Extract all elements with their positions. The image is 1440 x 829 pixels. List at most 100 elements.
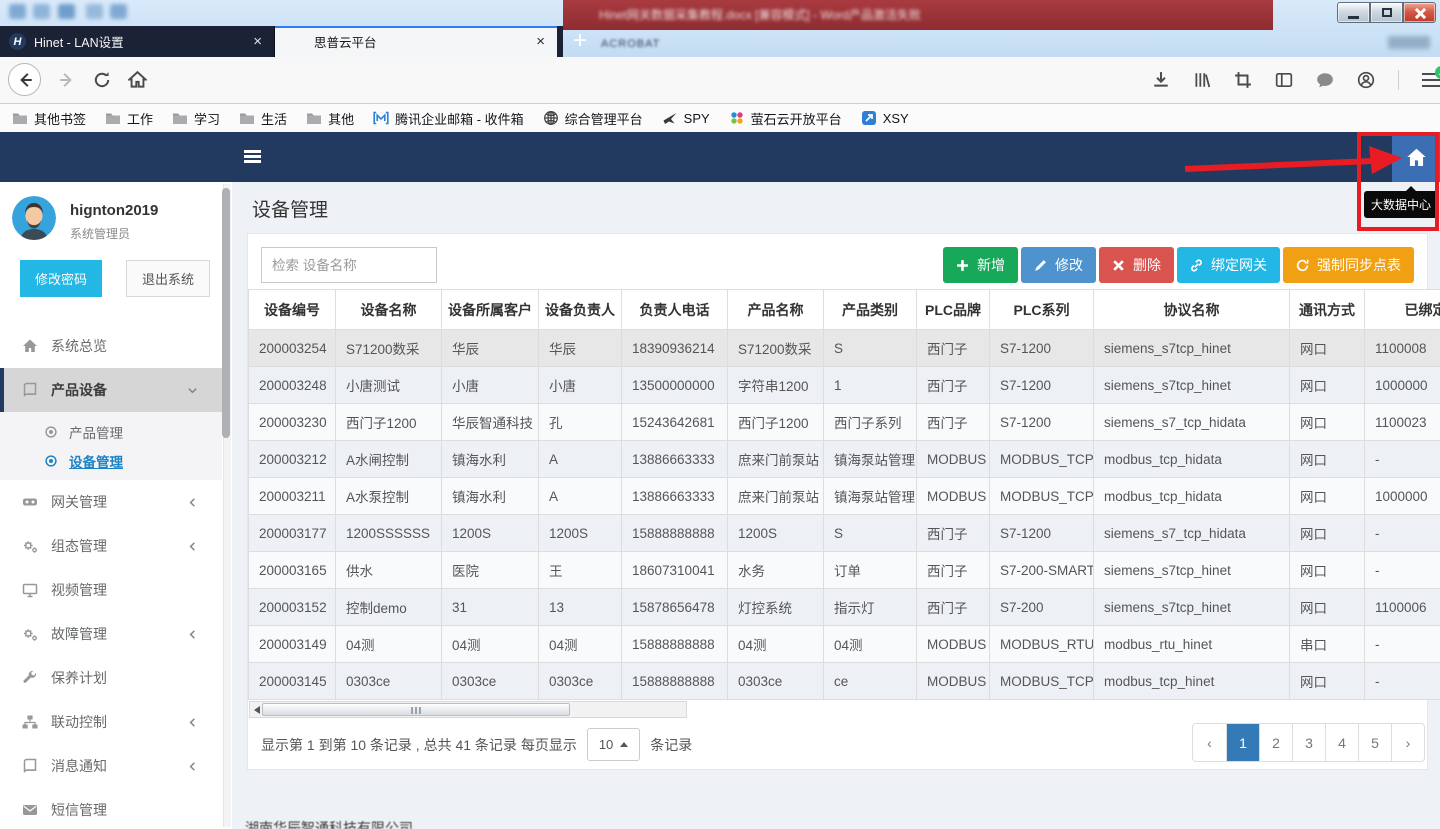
big-data-center-button[interactable] bbox=[1392, 132, 1440, 182]
bookmark-item[interactable]: 工作 bbox=[105, 109, 153, 128]
pager-page-2[interactable]: 2 bbox=[1259, 724, 1292, 761]
column-header[interactable]: 产品类别 bbox=[824, 290, 917, 330]
submenu-item-0[interactable]: 产品管理 bbox=[0, 417, 222, 446]
close-button[interactable] bbox=[1403, 2, 1436, 23]
library-icon[interactable] bbox=[1193, 71, 1211, 89]
home-icon bbox=[22, 338, 38, 354]
table-cell: A bbox=[539, 478, 622, 515]
bookmark-item[interactable]: 其他书签 bbox=[12, 109, 86, 128]
sidebar-item-5[interactable]: 故障管理 bbox=[0, 612, 222, 656]
bookmark-item[interactable]: 其他 bbox=[306, 109, 354, 128]
column-header[interactable]: 通讯方式 bbox=[1290, 290, 1365, 330]
sidebar-item-9[interactable]: 短信管理 bbox=[0, 788, 222, 829]
table-row[interactable]: 20000314904测04测04测1588888888804测04测MODBU… bbox=[249, 626, 1440, 663]
chevron-left-icon bbox=[187, 717, 198, 728]
table-row[interactable]: 2000031771200SSSSSS1200S1200S15888888888… bbox=[249, 515, 1440, 552]
column-header[interactable]: 产品名称 bbox=[728, 290, 824, 330]
tab-hinet-lan[interactable]: H Hinet - LAN设置 × bbox=[0, 26, 275, 57]
submenu-item-1[interactable]: 设备管理 bbox=[0, 446, 222, 475]
restore-button[interactable] bbox=[1370, 2, 1403, 23]
forward-button[interactable] bbox=[58, 71, 76, 89]
column-header[interactable]: 设备所属客户 bbox=[442, 290, 539, 330]
sidebar-item-8[interactable]: 消息通知 bbox=[0, 744, 222, 788]
toolbar-button-edit[interactable]: 修改 bbox=[1021, 247, 1096, 283]
screenshot-icon[interactable] bbox=[1234, 71, 1252, 89]
pencil-icon bbox=[1034, 259, 1047, 272]
pager-page-1[interactable]: 1 bbox=[1226, 724, 1259, 761]
column-header[interactable]: PLC品牌 bbox=[917, 290, 990, 330]
toolbar-button-delete[interactable]: 删除 bbox=[1099, 247, 1174, 283]
new-tab-button[interactable]: + bbox=[567, 28, 593, 55]
column-header[interactable]: 负责人电话 bbox=[622, 290, 728, 330]
tab-sipu-cloud[interactable]: 思普云平台 × bbox=[275, 26, 557, 57]
table-row[interactable]: 200003152控制demo311315878656478灯控系统指示灯西门子… bbox=[249, 589, 1440, 626]
gears-icon bbox=[22, 626, 38, 642]
bookmark-item[interactable]: 生活 bbox=[239, 109, 287, 128]
column-header[interactable]: 设备编号 bbox=[249, 290, 336, 330]
back-button[interactable] bbox=[8, 63, 41, 96]
sidebar-item-0[interactable]: 系统总览 bbox=[0, 324, 222, 368]
pager-page-3[interactable]: 3 bbox=[1292, 724, 1325, 761]
table-row[interactable]: 200003248小唐测试小唐小唐13500000000字符串12001西门子S… bbox=[249, 367, 1440, 404]
tab-close-icon[interactable]: × bbox=[250, 33, 265, 50]
table-row[interactable]: 200003165供水医院王18607310041水务订单西门子S7-200-S… bbox=[249, 552, 1440, 589]
scroll-left-icon[interactable] bbox=[254, 706, 260, 714]
table-cell: 04测 bbox=[728, 626, 824, 663]
bookmark-label: 其他书签 bbox=[34, 109, 86, 128]
bookmark-item[interactable]: XSY bbox=[861, 110, 909, 126]
table-cell: 西门子1200 bbox=[728, 404, 824, 441]
table-row[interactable]: 2000031450303ce0303ce0303ce1588888888803… bbox=[249, 663, 1440, 700]
book-icon bbox=[22, 758, 38, 774]
logout-button[interactable]: 退出系统 bbox=[126, 260, 210, 297]
sidebar-item-1[interactable]: 产品设备 bbox=[0, 368, 222, 412]
menu-icon[interactable] bbox=[1422, 73, 1440, 87]
table-row[interactable]: 200003254S71200数采华辰华辰18390936214S71200数采… bbox=[249, 330, 1440, 367]
table-cell: 1200S bbox=[728, 515, 824, 552]
device-search-input[interactable] bbox=[261, 247, 437, 283]
toolbar-button-force-sync[interactable]: 强制同步点表 bbox=[1283, 247, 1414, 283]
sidebar-item-6[interactable]: 保养计划 bbox=[0, 656, 222, 700]
home-button-browser[interactable] bbox=[128, 70, 147, 89]
table-cell: modbus_tcp_hinet bbox=[1094, 663, 1290, 700]
column-header[interactable]: 已绑定网关 bbox=[1365, 290, 1440, 330]
chat-icon[interactable] bbox=[1316, 71, 1334, 89]
table-cell: MODBUS_TCP bbox=[990, 478, 1094, 515]
bookmark-label: 其他 bbox=[328, 109, 354, 128]
toolbar-button-add[interactable]: 新增 bbox=[943, 247, 1018, 283]
table-cell: 指示灯 bbox=[824, 589, 917, 626]
sidebar-item-2[interactable]: 网关管理 bbox=[0, 480, 222, 524]
account-icon[interactable] bbox=[1357, 71, 1375, 89]
update-badge-icon bbox=[1435, 66, 1440, 79]
sidebar-collapse-icon[interactable] bbox=[244, 150, 261, 163]
pager-prev[interactable]: ‹ bbox=[1193, 724, 1226, 761]
toolbar-button-bind-gateway[interactable]: 绑定网关 bbox=[1177, 247, 1280, 283]
page-size-select[interactable]: 10 bbox=[587, 728, 640, 761]
sidebar-item-3[interactable]: 组态管理 bbox=[0, 524, 222, 568]
table-row[interactable]: 200003211A水泵控制镇海水利A13886663333庶来门前泵站镇海泵站… bbox=[249, 478, 1440, 515]
reload-button[interactable] bbox=[93, 71, 111, 89]
bookmark-item[interactable]: SPY bbox=[662, 110, 710, 126]
column-header[interactable]: PLC系列 bbox=[990, 290, 1094, 330]
download-icon[interactable] bbox=[1152, 71, 1170, 89]
pager-page-4[interactable]: 4 bbox=[1325, 724, 1358, 761]
bookmark-item[interactable]: 学习 bbox=[172, 109, 220, 128]
column-header[interactable]: 设备负责人 bbox=[539, 290, 622, 330]
change-password-button[interactable]: 修改密码 bbox=[20, 260, 102, 297]
horizontal-scrollbar[interactable] bbox=[249, 701, 687, 718]
scrollbar-thumb[interactable] bbox=[262, 703, 570, 716]
sidebar-item-4[interactable]: 视频管理 bbox=[0, 568, 222, 612]
minimize-button[interactable] bbox=[1337, 2, 1370, 23]
sidebar-scrollbar[interactable] bbox=[223, 184, 231, 827]
table-row[interactable]: 200003230西门子1200华辰智通科技孔15243642681西门子120… bbox=[249, 404, 1440, 441]
pager-next[interactable]: › bbox=[1391, 724, 1424, 761]
tab-close-icon[interactable]: × bbox=[533, 33, 548, 50]
column-header[interactable]: 设备名称 bbox=[336, 290, 442, 330]
bookmark-item[interactable]: 综合管理平台 bbox=[543, 109, 643, 128]
pager-page-5[interactable]: 5 bbox=[1358, 724, 1391, 761]
sidebar-toggle-icon[interactable] bbox=[1275, 71, 1293, 89]
bookmark-item[interactable]: 萤石云开放平台 bbox=[729, 109, 842, 128]
table-row[interactable]: 200003212A水闸控制镇海水利A13886663333庶来门前泵站镇海泵站… bbox=[249, 441, 1440, 478]
column-header[interactable]: 协议名称 bbox=[1094, 290, 1290, 330]
sidebar-item-7[interactable]: 联动控制 bbox=[0, 700, 222, 744]
bookmark-item[interactable]: 腾讯企业邮箱 - 收件箱 bbox=[373, 109, 524, 128]
